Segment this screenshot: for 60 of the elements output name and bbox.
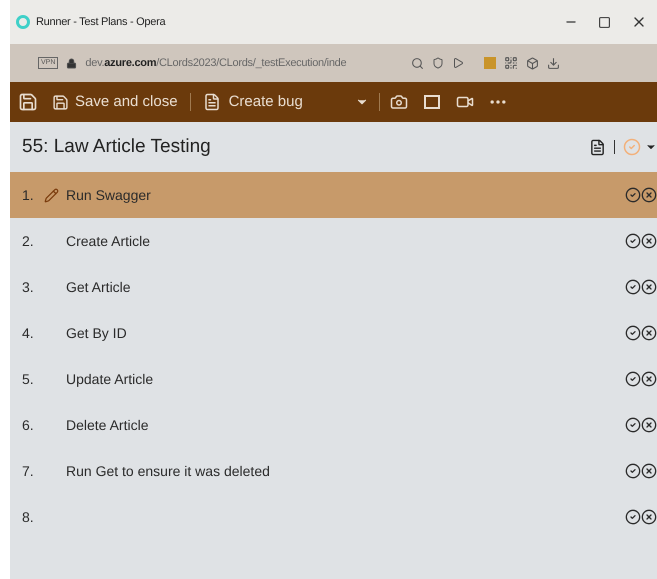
document-icon xyxy=(202,93,221,111)
save-icon xyxy=(52,94,69,110)
step-text: Get Article xyxy=(66,278,131,296)
step-number: 6. xyxy=(22,416,35,434)
pass-icon[interactable] xyxy=(625,233,641,249)
step-number: 8. xyxy=(22,508,35,526)
address-field[interactable]: dev.azure.com/CLords2023/CLords/_testExecution/inde xyxy=(85,54,404,72)
step-row[interactable]: 4. Get By ID xyxy=(10,310,657,356)
step-row[interactable]: 8. xyxy=(10,494,657,540)
step-number: 5. xyxy=(22,370,35,388)
step-text: Create Article xyxy=(66,232,150,250)
image-icon[interactable] xyxy=(424,95,440,109)
qr-icon[interactable] xyxy=(504,56,518,70)
fail-icon[interactable] xyxy=(641,233,657,249)
step-row[interactable]: 5. Update Article xyxy=(10,356,657,402)
fail-icon[interactable] xyxy=(641,463,657,479)
pass-icon[interactable] xyxy=(625,417,641,433)
shield-icon[interactable] xyxy=(432,57,444,69)
pass-icon[interactable] xyxy=(625,463,641,479)
cube-icon[interactable] xyxy=(526,56,540,70)
lock-icon xyxy=(66,58,78,68)
create-bug-button[interactable]: Create bug xyxy=(202,90,303,114)
pass-icon[interactable] xyxy=(625,279,641,295)
save-and-close-button[interactable]: Save and close xyxy=(52,90,178,114)
pass-icon[interactable] xyxy=(625,509,641,525)
zoom-icon[interactable] xyxy=(411,56,424,70)
save-icon[interactable] xyxy=(18,92,38,112)
step-row[interactable]: 3. Get Article xyxy=(10,264,657,310)
pass-icon[interactable] xyxy=(625,325,641,341)
camera-icon[interactable] xyxy=(390,93,408,111)
fail-icon[interactable] xyxy=(641,509,657,525)
step-number: 2. xyxy=(22,232,35,250)
fail-icon[interactable] xyxy=(641,325,657,341)
test-case-title: 55: Law Article Testing xyxy=(22,134,211,159)
window-title: Runner - Test Plans - Opera xyxy=(36,14,166,30)
browser-logo-icon xyxy=(16,15,30,29)
pencil-icon xyxy=(44,188,59,202)
pass-icon[interactable] xyxy=(625,371,641,387)
step-row[interactable]: 1. Run Swagger xyxy=(10,172,657,218)
step-text: Run Get to ensure it was deleted xyxy=(66,462,270,480)
step-row[interactable]: 6. Delete Article xyxy=(10,402,657,448)
maximize-icon[interactable] xyxy=(598,16,611,28)
play-icon[interactable] xyxy=(452,57,464,69)
step-number: 7. xyxy=(22,462,35,480)
step-text: Delete Article xyxy=(66,416,148,434)
step-number: 3. xyxy=(22,278,35,296)
download-icon[interactable] xyxy=(547,56,560,70)
fail-icon[interactable] xyxy=(641,279,657,295)
step-number: 4. xyxy=(22,324,35,342)
step-number: 1. xyxy=(22,186,35,204)
step-text: Update Article xyxy=(66,370,154,389)
step-text: Run Swagger xyxy=(66,186,151,205)
fail-icon[interactable] xyxy=(641,417,657,433)
step-row[interactable]: 7. Run Get to ensure it was deleted xyxy=(10,448,657,494)
document-icon[interactable] xyxy=(589,138,606,156)
pass-icon[interactable] xyxy=(625,187,641,203)
fail-icon[interactable] xyxy=(641,187,657,203)
fail-icon[interactable] xyxy=(641,371,657,387)
step-text: Get By ID xyxy=(66,324,127,343)
step-row[interactable]: 2. Create Article xyxy=(10,218,657,264)
